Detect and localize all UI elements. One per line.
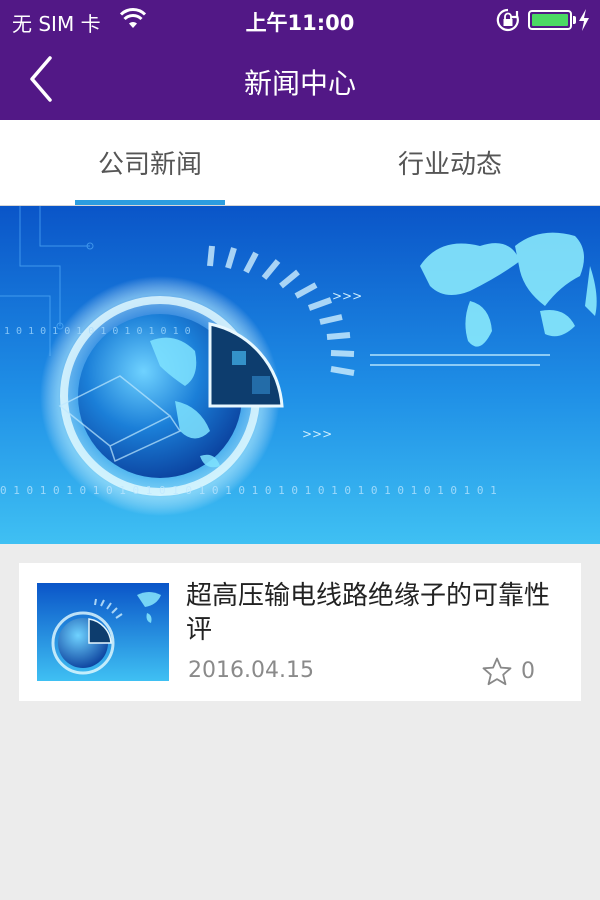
tab-industry-news[interactable]: 行业动态	[300, 120, 600, 206]
news-list-item[interactable]: 超高压输电线路绝缘子的可靠性评 2016.04.15 0	[19, 563, 581, 701]
battery-level	[532, 14, 568, 26]
orientation-lock-icon	[496, 8, 520, 37]
svg-text:>>>: >>>	[302, 427, 332, 441]
binary-text-bottom: 0 1 0 1 0 1 0 1 0 1 0 1 0 1 0 1 0 1 0 1 …	[0, 484, 497, 497]
star-icon[interactable]	[481, 656, 513, 688]
battery-cap	[573, 16, 576, 24]
news-date: 2016.04.15	[188, 658, 314, 683]
tab-bar: 公司新闻 行业动态	[0, 120, 600, 206]
status-bar: 无 SIM 卡 上午11:00	[0, 0, 600, 40]
active-tab-indicator	[75, 200, 225, 205]
page-title: 新闻中心	[243, 67, 356, 100]
news-title: 超高压输电线路绝缘子的可靠性评	[186, 581, 551, 645]
svg-text:>>>: >>>	[332, 289, 362, 303]
favorite-count: 0	[521, 659, 535, 684]
battery-icon	[528, 10, 572, 30]
news-thumbnail	[37, 583, 169, 681]
tab-company-news[interactable]: 公司新闻	[0, 120, 300, 206]
navigation-bar: 新闻中心	[0, 40, 600, 120]
binary-text-top: 1 0 1 0 1 0 1 0 1 0 1 0 1 0 1 0	[4, 326, 191, 337]
banner-graphic: >>> >>> 1 0 1 0 1 0 1 0 1 0 1 0 1 0 1 0 …	[0, 206, 600, 544]
charging-icon	[578, 8, 590, 37]
banner-image[interactable]: >>> >>> 1 0 1 0 1 0 1 0 1 0 1 0 1 0 1 0 …	[0, 206, 600, 544]
top-bar: 无 SIM 卡 上午11:00 新闻中心	[0, 0, 600, 120]
